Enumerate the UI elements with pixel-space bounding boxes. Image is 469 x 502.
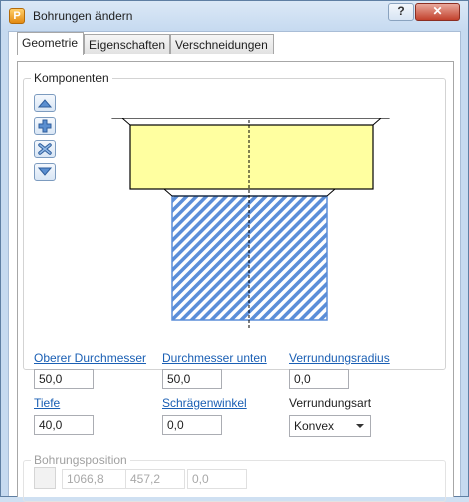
lower-diameter-label[interactable]: Durchmesser unten xyxy=(162,351,267,365)
depth-label[interactable]: Tiefe xyxy=(34,396,60,410)
upper-diameter-label[interactable]: Oberer Durchmesser xyxy=(34,351,146,365)
fillet-radius-label[interactable]: Verrundungsradius xyxy=(289,351,390,365)
depth-input[interactable]: 40,0 xyxy=(34,415,94,435)
tab-verschneidungen[interactable]: Verschneidungen xyxy=(170,34,274,54)
draft-angle-label[interactable]: Schrägenwinkel xyxy=(162,396,247,410)
add-icon xyxy=(38,119,52,133)
draft-angle-input[interactable]: 0,0 xyxy=(162,415,222,435)
close-button[interactable]: ✕ xyxy=(415,3,460,21)
position-y-input: 457,2 xyxy=(125,469,185,489)
counterbore-section xyxy=(129,124,374,190)
pick-position-icon xyxy=(34,467,56,489)
help-button[interactable]: ? xyxy=(388,3,414,21)
hole-position-label: Bohrungsposition xyxy=(31,453,130,467)
delete-icon xyxy=(38,143,52,155)
move-down-icon xyxy=(37,167,53,176)
tab-eigenschaften[interactable]: Eigenschaften xyxy=(84,34,170,54)
hole-profile-diagram xyxy=(111,118,390,330)
app-icon: P xyxy=(9,8,25,24)
fillet-radius-input[interactable]: 0,0 xyxy=(289,369,349,389)
components-group-label: Komponenten xyxy=(31,71,112,85)
fillet-type-label: Verrundungsart xyxy=(289,396,372,410)
position-x-input: 1066,8 xyxy=(62,469,126,489)
delete-button[interactable] xyxy=(34,140,56,158)
dialog-client-area: Geometrie Eigenschaften Verschneidungen … xyxy=(8,31,461,502)
move-up-button[interactable] xyxy=(34,94,56,112)
add-button[interactable] xyxy=(34,117,56,135)
chevron-down-icon xyxy=(356,424,364,428)
fillet-type-select[interactable]: Konvex xyxy=(289,415,371,437)
title-bar[interactable]: P Bohrungen ändern ? ✕ xyxy=(1,1,468,31)
move-down-button[interactable] xyxy=(34,163,56,181)
tab-geometrie[interactable]: Geometrie xyxy=(17,32,84,55)
upper-diameter-input[interactable]: 50,0 xyxy=(34,369,94,389)
fillet-type-value: Konvex xyxy=(294,419,335,433)
move-up-icon xyxy=(37,99,53,108)
lower-diameter-input[interactable]: 50,0 xyxy=(162,369,222,389)
position-z-input: 0,0 xyxy=(187,469,247,489)
dialog-window: P Bohrungen ändern ? ✕ Geometrie Eigensc… xyxy=(0,0,469,502)
window-title: Bohrungen ändern xyxy=(33,9,133,23)
